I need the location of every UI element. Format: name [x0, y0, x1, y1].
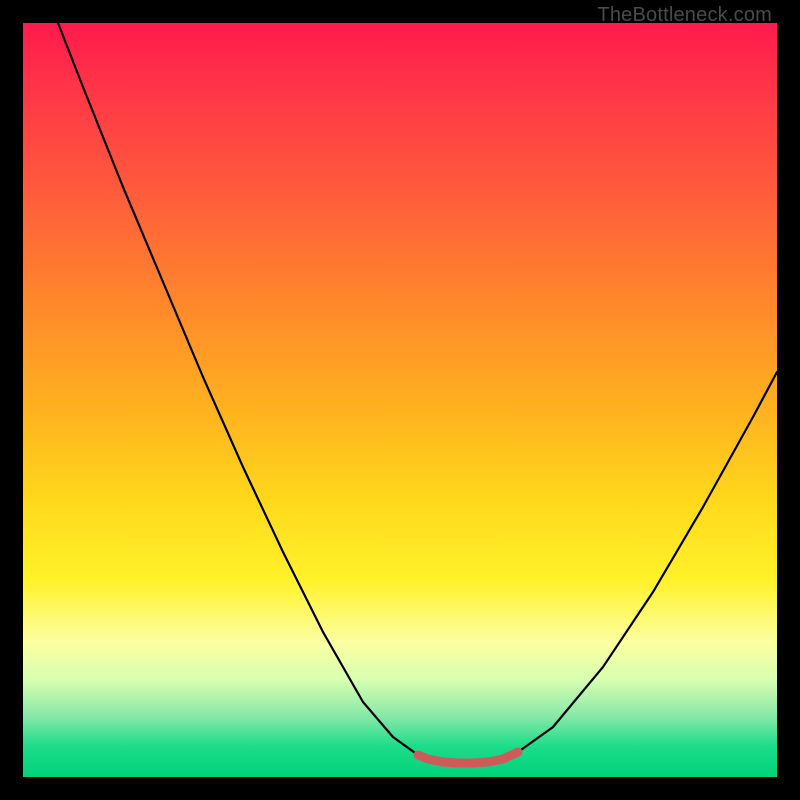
plot-area: [23, 23, 777, 777]
attribution-text: TheBottleneck.com: [597, 4, 772, 27]
chart-svg: [23, 23, 777, 777]
outer-frame: TheBottleneck.com: [0, 0, 800, 800]
optimal-range-marker: [418, 752, 518, 763]
bottleneck-curve: [58, 23, 777, 763]
